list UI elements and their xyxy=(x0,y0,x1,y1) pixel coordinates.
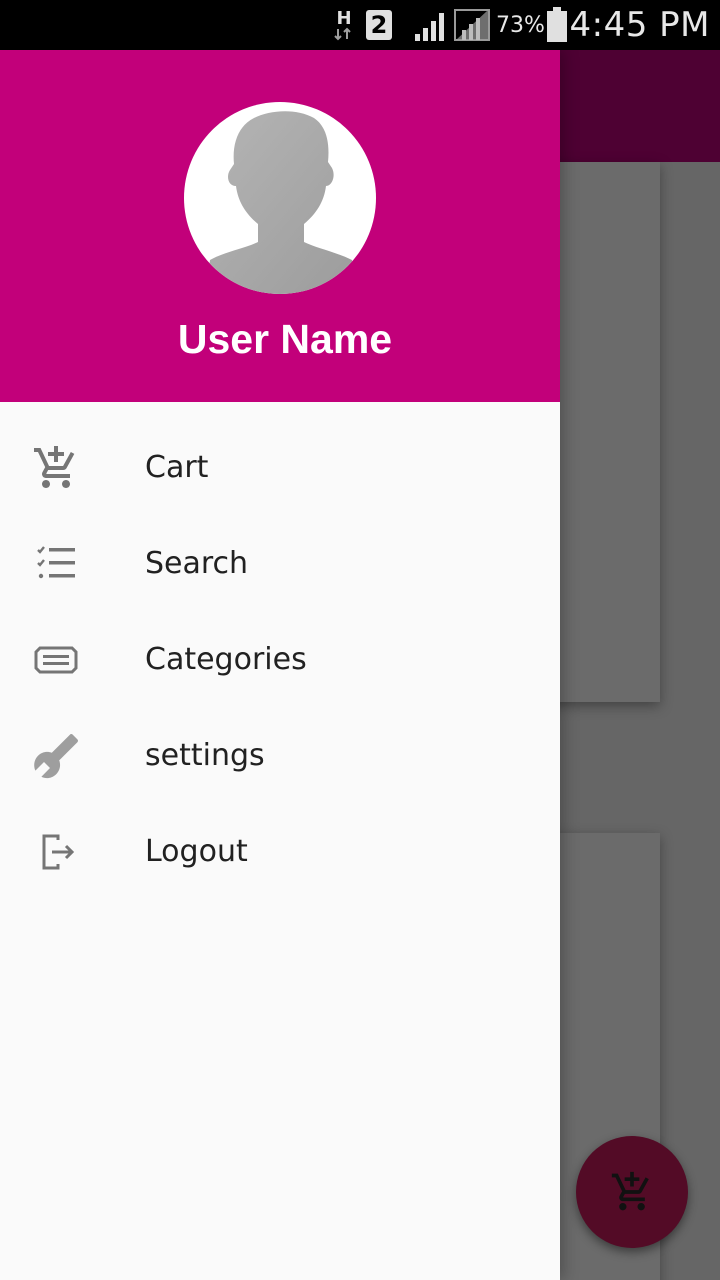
add-to-cart-icon xyxy=(611,1171,649,1211)
clock: 4:45 PM xyxy=(569,5,710,45)
battery-percent: 73% xyxy=(496,12,545,38)
menu-label-categories: Categories xyxy=(145,642,307,677)
status-bar: H 2 73% 4:45 PM xyxy=(0,0,720,50)
menu-item-settings[interactable]: settings xyxy=(0,708,560,804)
menu-label-cart: Cart xyxy=(145,450,209,485)
drawer-menu: Cart Search Categories settings Logout xyxy=(0,402,560,900)
drawer-header: User Name xyxy=(0,50,560,402)
menu-label-search: Search xyxy=(145,546,249,581)
menu-item-categories[interactable]: Categories xyxy=(0,612,560,708)
battery-icon xyxy=(546,0,568,50)
menu-label-settings: settings xyxy=(145,738,265,773)
avatar[interactable] xyxy=(184,102,376,294)
menu-item-logout[interactable]: Logout xyxy=(0,804,560,900)
signal-icon xyxy=(414,0,450,50)
categories-icon xyxy=(28,632,84,688)
network-type-label: H xyxy=(336,8,351,29)
checklist-icon xyxy=(28,536,84,592)
network-type-indicator: H xyxy=(332,0,356,50)
user-name: User Name xyxy=(177,316,393,362)
navigation-drawer: User Name Cart Search Categories setting… xyxy=(0,50,560,1280)
add-to-cart-fab[interactable] xyxy=(576,1136,688,1248)
menu-label-logout: Logout xyxy=(145,834,248,869)
sim-indicator: 2 xyxy=(366,0,392,50)
user-avatar-icon xyxy=(206,111,356,294)
sim-slot-label: 2 xyxy=(370,11,388,39)
menu-item-search[interactable]: Search xyxy=(0,516,560,612)
logout-icon xyxy=(28,824,84,880)
signal-icon-secondary xyxy=(454,0,490,50)
wrench-icon xyxy=(28,728,84,784)
cart-icon xyxy=(28,440,84,496)
menu-item-cart[interactable]: Cart xyxy=(0,420,560,516)
